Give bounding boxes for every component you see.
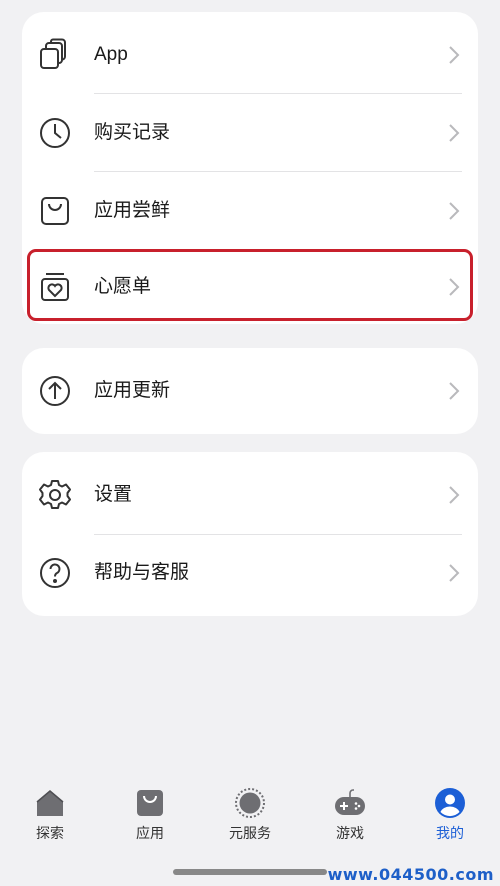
tab-label: 元服务 <box>229 825 271 841</box>
tab-games[interactable]: 游戏 <box>300 775 400 855</box>
menu-item-label: 购买记录 <box>94 122 171 143</box>
chevron-right-icon <box>448 485 460 505</box>
menu-card-settings: 设置 帮助与客服 <box>22 452 478 616</box>
menu-item-settings[interactable]: 设置 <box>22 456 478 534</box>
menu-item-label: 设置 <box>94 484 133 505</box>
tab-label: 应用 <box>136 825 164 841</box>
menu-item-app-trial[interactable]: 应用尝鲜 <box>22 172 478 250</box>
chevron-right-icon <box>448 381 460 401</box>
tab-apps[interactable]: 应用 <box>100 775 200 855</box>
chevron-right-icon <box>448 45 460 65</box>
menu-item-app[interactable]: App <box>22 16 478 94</box>
chevron-right-icon <box>448 123 460 143</box>
menu-item-help-support[interactable]: 帮助与客服 <box>22 534 478 612</box>
atomic-service-icon <box>234 787 266 819</box>
wishlist-highlight-box <box>27 249 473 321</box>
gear-icon <box>38 478 72 512</box>
menu-item-label: 应用尝鲜 <box>94 200 171 221</box>
home-indicator[interactable] <box>173 869 327 875</box>
tab-me[interactable]: 我的 <box>400 775 500 855</box>
menu-item-label: App <box>94 44 128 65</box>
watermark-text: www.044500.com <box>327 865 494 884</box>
menu-item-purchase-history[interactable]: 购买记录 <box>22 94 478 172</box>
apps-stack-icon <box>38 38 72 72</box>
home-icon <box>34 787 66 819</box>
chevron-right-icon <box>448 201 460 221</box>
help-icon <box>38 556 72 590</box>
menu-item-label: 帮助与客服 <box>94 562 190 583</box>
tab-label: 游戏 <box>336 825 364 841</box>
menu-item-label: 应用更新 <box>94 380 171 401</box>
clock-icon <box>38 116 72 150</box>
chevron-right-icon <box>448 563 460 583</box>
menu-card-updates: 应用更新 <box>22 348 478 434</box>
tab-explore[interactable]: 探索 <box>0 775 100 855</box>
menu-item-app-updates[interactable]: 应用更新 <box>22 352 478 430</box>
tab-label: 我的 <box>436 825 464 841</box>
shopping-bag-icon <box>38 194 72 228</box>
bottom-tab-bar: 探索 应用 元服务 游戏 我的 <box>0 775 500 855</box>
gamepad-icon <box>334 787 366 819</box>
profile-icon <box>434 787 466 819</box>
arrow-up-circle-icon <box>38 374 72 408</box>
tab-atomic-services[interactable]: 元服务 <box>200 775 300 855</box>
shopping-bag-icon <box>134 787 166 819</box>
tab-label: 探索 <box>36 825 64 841</box>
